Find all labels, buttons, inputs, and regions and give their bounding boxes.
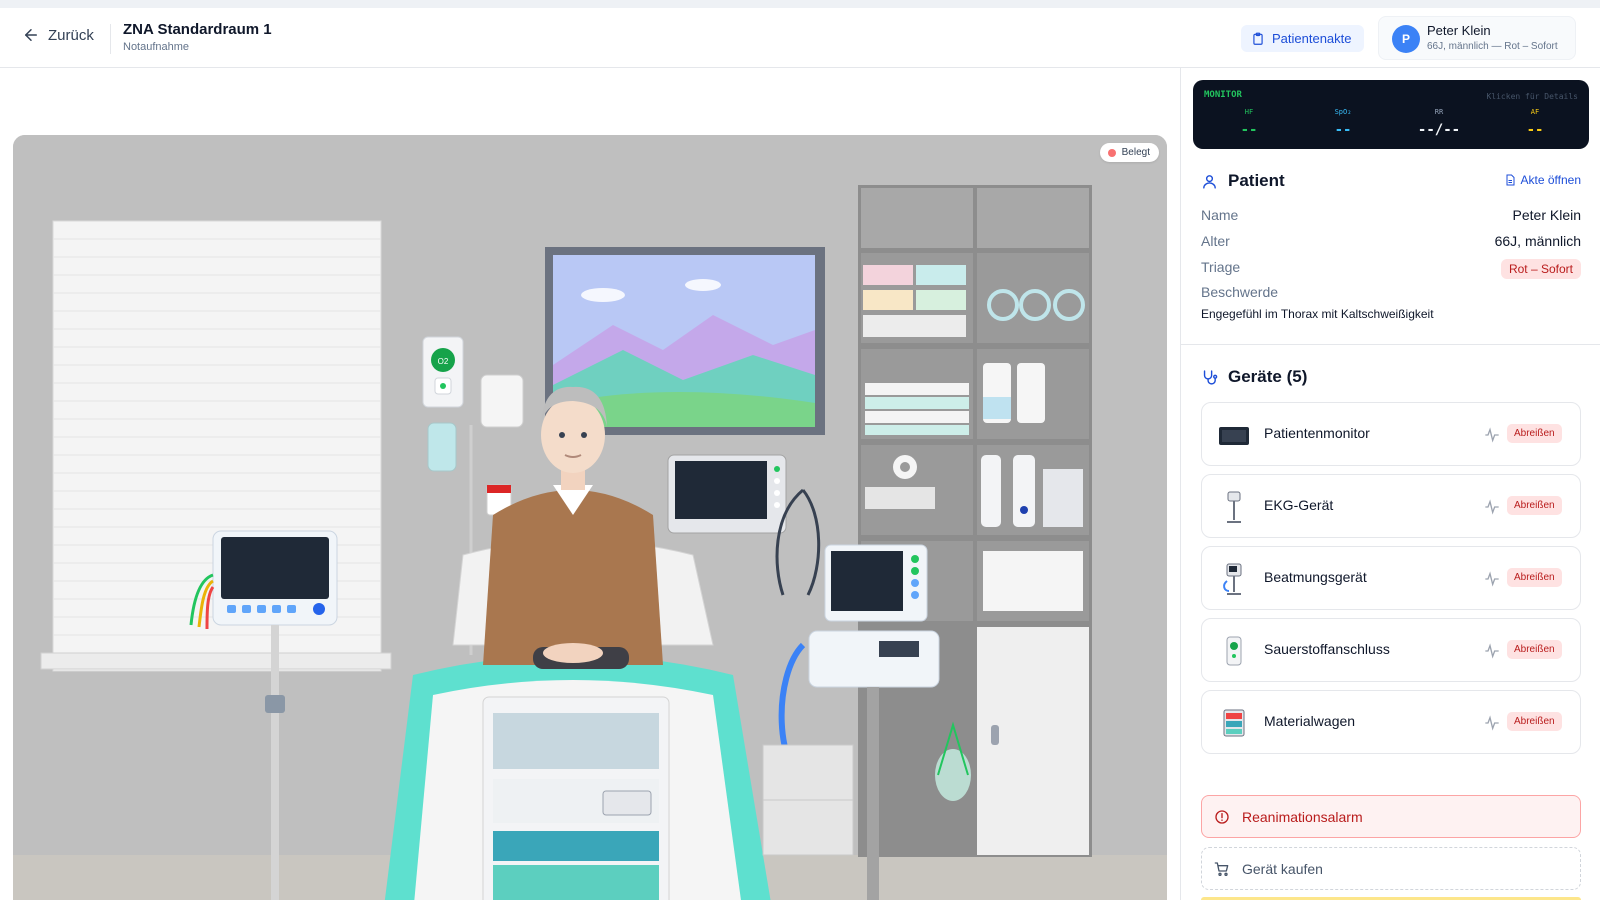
status-badge-label: Belegt xyxy=(1121,147,1150,158)
devices-heading: Geräte (5) xyxy=(1201,367,1307,387)
remove-device-button[interactable]: Abreißen xyxy=(1507,424,1562,443)
age-value: 66J, männlich xyxy=(1494,233,1581,249)
scene-area: O2 Belegt xyxy=(0,68,1180,900)
header-bar: Zurück ZNA Standardraum 1 Notaufnahme Pa… xyxy=(0,8,1600,68)
arrow-left-icon xyxy=(25,29,37,41)
triage-label: Triage xyxy=(1201,259,1241,275)
complaint-value: Engegefühl im Thorax mit Kaltschweißigke… xyxy=(1201,307,1434,321)
open-record-label: Akte öffnen xyxy=(1520,173,1582,187)
room-subtitle: Notaufnahme xyxy=(123,41,190,53)
device-card-patient-monitor[interactable]: Patientenmonitor Abreißen xyxy=(1201,402,1581,466)
resuscitation-alarm-button[interactable]: Reanimationsalarm xyxy=(1201,795,1581,838)
device-card-ventilator[interactable]: Beatmungsgerät Abreißen xyxy=(1201,546,1581,610)
patient-heading: Patient xyxy=(1201,171,1285,191)
age-label: Alter xyxy=(1201,233,1230,249)
open-record-link[interactable]: Akte öffnen xyxy=(1504,173,1582,187)
activity-icon xyxy=(1485,715,1499,731)
remove-device-button[interactable]: Abreißen xyxy=(1507,640,1562,659)
buy-device-button[interactable]: Gerät kaufen xyxy=(1201,847,1581,890)
remove-device-button[interactable]: Abreißen xyxy=(1507,568,1562,587)
stethoscope-icon xyxy=(1203,369,1218,385)
activity-icon xyxy=(1485,499,1499,515)
activity-icon xyxy=(1485,643,1499,659)
remove-device-button[interactable]: Abreißen xyxy=(1507,496,1562,515)
activity-icon xyxy=(1485,427,1499,443)
vital-rr-value: -- xyxy=(1526,122,1544,138)
device-name: Patientenmonitor xyxy=(1264,425,1370,441)
alert-circle-icon xyxy=(1215,809,1229,824)
vital-rr: AF -- xyxy=(1505,108,1565,138)
supply-shelf xyxy=(858,185,1092,857)
devices-heading-label: Geräte (5) xyxy=(1228,367,1308,386)
device-name: Sauerstoffanschluss xyxy=(1264,641,1390,657)
patient-section: Patient Akte öffnen Name Peter Klein Alt… xyxy=(1181,164,1600,345)
room-title: ZNA Standardraum 1 xyxy=(123,21,272,38)
device-name: EKG-Gerät xyxy=(1264,497,1334,513)
remove-device-button[interactable]: Abreißen xyxy=(1507,712,1562,731)
monitor-hint: Klicken für Details xyxy=(1486,92,1578,101)
status-badge: Belegt xyxy=(1099,143,1159,162)
patient-chip-subtitle: 66J, männlich — Rot – Sofort xyxy=(1427,41,1558,52)
resuscitation-alarm-label: Reanimationsalarm xyxy=(1242,808,1363,825)
oxygen-label: O2 xyxy=(438,357,449,366)
vital-bp-value: --/-- xyxy=(1417,122,1461,138)
vital-hr-value: -- xyxy=(1240,122,1258,138)
shopping-cart-icon xyxy=(1214,861,1229,876)
activity-icon xyxy=(1485,571,1499,587)
patient-chip[interactable]: P Peter Klein 66J, männlich — Rot – Sofo… xyxy=(1378,16,1576,60)
patient-monitor-icon xyxy=(1219,427,1249,445)
name-label: Name xyxy=(1201,207,1239,223)
back-label: Zurück xyxy=(48,26,94,44)
document-icon xyxy=(1506,174,1514,186)
vital-spo2-label: SpO₂ xyxy=(1334,108,1352,116)
device-name: Beatmungsgerät xyxy=(1264,569,1367,585)
device-card-ecg[interactable]: EKG-Gerät Abreißen xyxy=(1201,474,1581,538)
header-divider xyxy=(110,24,111,54)
top-strip xyxy=(0,0,1600,8)
room-scene: O2 Belegt xyxy=(13,135,1167,900)
device-name: Materialwagen xyxy=(1264,713,1356,729)
complaint-label: Beschwerde xyxy=(1201,284,1279,300)
supply-cart-illustration xyxy=(482,696,670,900)
patient-heading-label: Patient xyxy=(1228,171,1285,190)
patient-record-button[interactable]: Patientenakte xyxy=(1241,25,1364,52)
patient-chip-name: Peter Klein xyxy=(1427,23,1491,38)
wall-patient-monitor xyxy=(667,454,787,534)
buy-device-label: Gerät kaufen xyxy=(1242,860,1323,877)
room-illustration: O2 xyxy=(13,135,1167,900)
avatar: P xyxy=(1392,25,1420,53)
vital-bp-label: RR xyxy=(1434,108,1444,116)
sidebar: MONITOR Klicken für Details HF -- SpO₂ -… xyxy=(1180,68,1600,900)
vital-bp: RR --/-- xyxy=(1409,108,1469,138)
vital-spo2-value: -- xyxy=(1334,122,1352,138)
vital-hr-label: HF xyxy=(1244,108,1254,116)
back-button[interactable]: Zurück xyxy=(22,26,94,44)
user-icon xyxy=(1203,174,1216,189)
vitals-monitor[interactable]: MONITOR Klicken für Details HF -- SpO₂ -… xyxy=(1193,80,1589,149)
oxygen-outlet-icon xyxy=(1226,636,1242,666)
vital-rr-label: AF xyxy=(1530,108,1540,116)
vital-hr: HF -- xyxy=(1219,108,1279,138)
supply-cart-icon xyxy=(1223,709,1245,737)
ecg-device-icon xyxy=(1227,491,1241,523)
device-card-supply-cart[interactable]: Materialwagen Abreißen xyxy=(1201,690,1581,754)
device-card-oxygen[interactable]: Sauerstoffanschluss Abreißen xyxy=(1201,618,1581,682)
status-dot xyxy=(1107,148,1116,157)
clipboard-icon xyxy=(1253,32,1263,45)
name-value: Peter Klein xyxy=(1512,207,1581,223)
vital-spo2: SpO₂ -- xyxy=(1313,108,1373,138)
monitor-title: MONITOR xyxy=(1204,90,1242,100)
triage-badge: Rot – Sofort xyxy=(1500,259,1581,279)
patient-record-label: Patientenakte xyxy=(1272,31,1352,46)
ventilator-icon xyxy=(1223,563,1242,595)
